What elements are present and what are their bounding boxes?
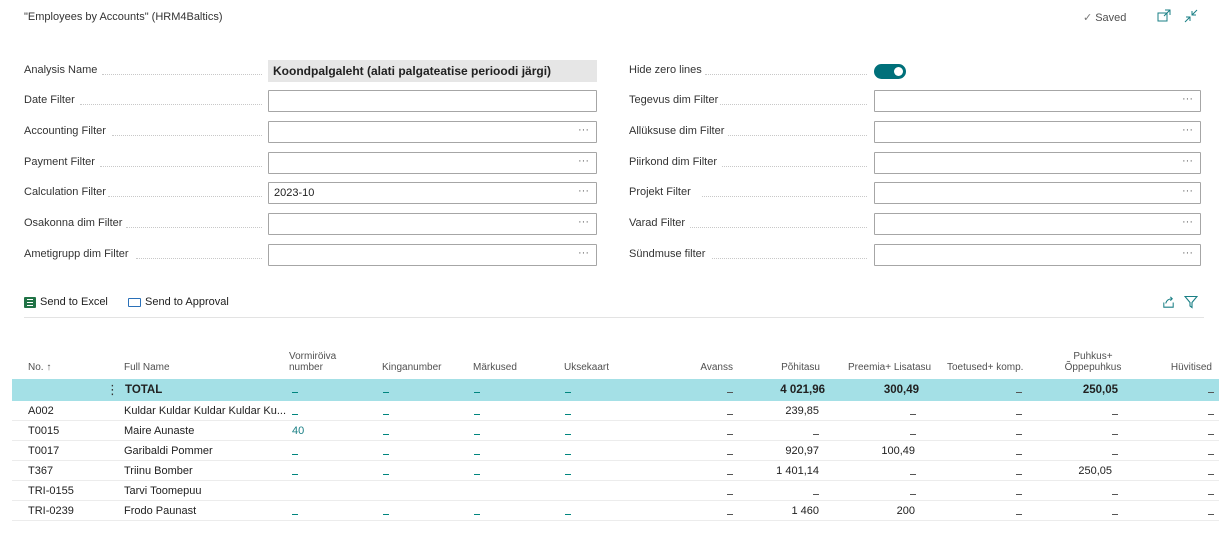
table-row[interactable]: T0015 Maire Aunaste 40: [12, 421, 1219, 441]
col-header-uksekaart[interactable]: Uksekaart: [564, 362, 609, 373]
cell-pohitasu: 1 401,14: [776, 465, 819, 477]
send-to-approval-button[interactable]: Send to Approval: [128, 296, 229, 308]
col-header-full-name[interactable]: Full Name: [124, 362, 170, 373]
hide-zero-lines-toggle[interactable]: [874, 64, 906, 79]
cell-pohitasu: 920,97: [785, 445, 819, 457]
total-preemia: 300,49: [883, 384, 919, 396]
action-bar: Send to Excel Send to Approval: [24, 292, 1204, 318]
varad-filter-label: Varad Filter: [629, 217, 686, 229]
cell-full-name: Tarvi Toomepuu: [124, 485, 202, 497]
table-row[interactable]: T0017 Garibaldi Pommer 920,97 100,49: [12, 441, 1219, 461]
col-header-kinganumber[interactable]: Kinganumber: [382, 362, 441, 373]
cell-full-name: Triinu Bomber: [124, 465, 193, 477]
sundmuse-filter-label: Sündmuse filter: [629, 248, 706, 260]
tegevus-filter-label: Tegevus dim Filter: [629, 94, 719, 106]
lookup-ellipsis-icon[interactable]: ···: [1182, 185, 1193, 197]
filter-icon[interactable]: [1184, 295, 1198, 309]
excel-icon: [24, 296, 36, 308]
checkmark-icon: ✓: [1083, 12, 1093, 24]
col-header-puhkus[interactable]: Puhkus+ Õppepuhkus: [1060, 351, 1126, 373]
alluksuse-filter-label: Allüksuse dim Filter: [629, 125, 725, 137]
lookup-ellipsis-icon[interactable]: ···: [1182, 247, 1193, 259]
alluksuse-filter-row: Allüksuse dim Filter ···: [0, 121, 1210, 143]
piirkond-filter-label: Piirkond dim Filter: [629, 156, 718, 168]
employees-grid: No. ↑ Full Name Vormiröiva number Kingan…: [12, 336, 1219, 521]
share-icon[interactable]: [1161, 295, 1176, 310]
lookup-ellipsis-icon[interactable]: ···: [1182, 155, 1193, 167]
hide-zero-lines-label: Hide zero lines: [629, 64, 702, 76]
total-puhkus: 250,05: [1082, 384, 1118, 396]
cell-no[interactable]: TRI-0239: [28, 505, 74, 517]
col-header-pohitasu[interactable]: Põhitasu: [760, 362, 820, 373]
total-pohitasu: 4 021,96: [780, 384, 825, 396]
table-row[interactable]: TRI-0155 Tarvi Toomepuu: [12, 481, 1219, 501]
send-to-approval-label: Send to Approval: [145, 296, 229, 308]
cell-preemia: 200: [896, 505, 915, 517]
row-actions-icon[interactable]: ⋮: [106, 382, 119, 398]
approval-icon: [128, 297, 141, 307]
col-header-toetused[interactable]: Toetused+ komp.: [947, 362, 1023, 373]
table-row[interactable]: T367 Triinu Bomber 1 401,14 250,05: [12, 461, 1219, 481]
col-header-avanss[interactable]: Avanss: [672, 362, 733, 373]
piirkond-filter-input[interactable]: ···: [874, 152, 1201, 174]
open-new-window-icon[interactable]: [1156, 8, 1172, 24]
col-header-markused[interactable]: Märkused: [473, 362, 517, 373]
cell-vormiroiva[interactable]: 40: [292, 425, 304, 437]
cell-full-name: Frodo Paunast: [124, 505, 197, 517]
page-title: "Employees by Accounts" (HRM4Baltics): [24, 11, 223, 23]
cell-no[interactable]: A002: [28, 405, 54, 417]
top-bar: "Employees by Accounts" (HRM4Baltics) ✓ S…: [0, 0, 1219, 34]
send-to-excel-label: Send to Excel: [40, 296, 108, 308]
sundmuse-filter-row: Sündmuse filter ···: [0, 244, 1210, 266]
saved-label: Saved: [1095, 12, 1127, 24]
tegevus-filter-input[interactable]: ···: [874, 90, 1201, 112]
cell-no[interactable]: T0015: [28, 425, 59, 437]
lookup-ellipsis-icon[interactable]: ···: [1182, 124, 1193, 136]
total-label: TOTAL: [125, 384, 163, 396]
varad-filter-input[interactable]: ···: [874, 213, 1201, 235]
projekt-filter-label: Projekt Filter: [629, 186, 691, 198]
tegevus-filter-row: Tegevus dim Filter ···: [0, 90, 1210, 112]
cell-full-name: Kuldar Kuldar Kuldar Kuldar Ku...: [124, 405, 287, 417]
hide-zero-lines-row: Hide zero lines: [0, 60, 1210, 82]
lookup-ellipsis-icon[interactable]: ···: [1182, 216, 1193, 228]
cell-full-name: Maire Aunaste: [124, 425, 195, 437]
cell-preemia: 100,49: [881, 445, 915, 457]
cell-pohitasu: 239,85: [785, 405, 819, 417]
table-row-total[interactable]: ⋮ TOTAL 4 021,96 300,49 250,05: [12, 379, 1219, 401]
saved-status: ✓ Saved: [1083, 11, 1126, 24]
col-header-huvitised[interactable]: Hüvitised: [1152, 362, 1212, 373]
cell-pohitasu: 1 460: [791, 505, 819, 517]
sundmuse-filter-input[interactable]: ···: [874, 244, 1201, 266]
piirkond-filter-row: Piirkond dim Filter ···: [0, 152, 1210, 174]
projekt-filter-input[interactable]: ···: [874, 182, 1201, 204]
projekt-filter-row: Projekt Filter ···: [0, 182, 1210, 204]
lookup-ellipsis-icon[interactable]: ···: [1182, 93, 1193, 105]
grid-header: No. ↑ Full Name Vormiröiva number Kingan…: [12, 336, 1219, 379]
col-header-vormiroiva[interactable]: Vormiröiva number: [289, 351, 349, 373]
cell-no[interactable]: TRI-0155: [28, 485, 74, 497]
table-row[interactable]: TRI-0239 Frodo Paunast 1 460 200: [12, 501, 1219, 521]
send-to-excel-button[interactable]: Send to Excel: [24, 296, 108, 308]
cell-no[interactable]: T367: [28, 465, 53, 477]
alluksuse-filter-input[interactable]: ···: [874, 121, 1201, 143]
cell-puhkus: 250,05: [1078, 465, 1112, 477]
cell-full-name: Garibaldi Pommer: [124, 445, 213, 457]
col-header-no[interactable]: No. ↑: [28, 362, 51, 373]
col-header-preemia[interactable]: Preemia+ Lisatasu: [848, 362, 931, 373]
cell-no[interactable]: T0017: [28, 445, 59, 457]
table-row[interactable]: A002 Kuldar Kuldar Kuldar Kuldar Ku... 2…: [12, 401, 1219, 421]
varad-filter-row: Varad Filter ···: [0, 213, 1210, 235]
collapse-icon[interactable]: [1183, 8, 1199, 24]
